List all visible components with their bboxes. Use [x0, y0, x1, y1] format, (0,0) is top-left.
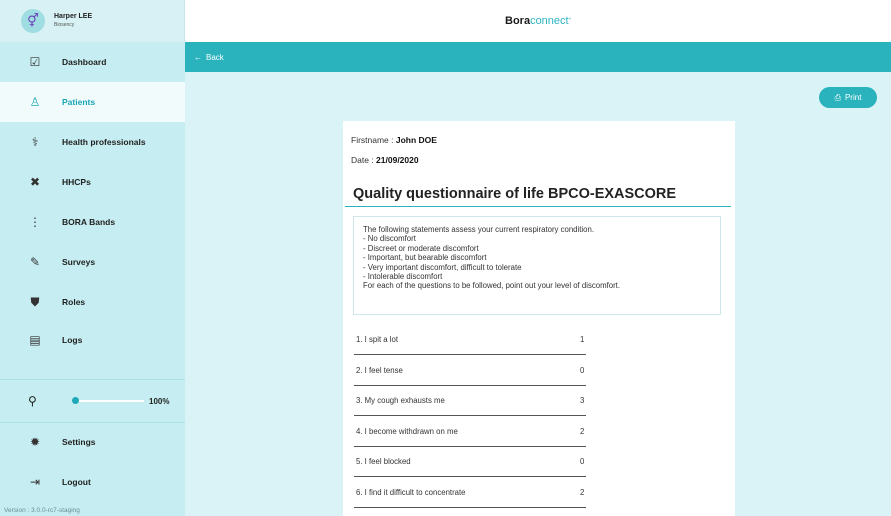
question-text: 3. My cough exhausts me: [356, 396, 445, 405]
sidebar-item-bora-bands[interactable]: ⋮ BORA Bands: [0, 202, 185, 242]
avatar: ⚥: [21, 9, 45, 33]
question-text: 2. I feel tense: [356, 366, 403, 375]
brand-bold-text: Bora: [505, 15, 531, 27]
sidebar: ☑ Dashboard ♙ Patients ⚕ Health professi…: [0, 42, 185, 516]
sidebar-item-label: Roles: [62, 297, 86, 307]
instruction-line: For each of the questions to be followed…: [363, 281, 621, 291]
question-row: 4. I become withdrawn on me 2: [354, 416, 586, 447]
instruction-line: The following statements assess your cur…: [363, 225, 594, 234]
question-row: 1. I spit a lot 1: [354, 324, 586, 355]
user-profile[interactable]: ⚥ Harper LEE Biosency: [0, 0, 185, 42]
instruction-line: - Intolerable discomfort: [363, 272, 443, 282]
question-row: 2. I feel tense 0: [354, 355, 586, 386]
firstname-value: John DOE: [395, 135, 437, 145]
instruction-line: - Very important discomfort, difficult t…: [363, 262, 522, 272]
date-value: 21/09/2020: [376, 155, 419, 165]
sidebar-item-label: Logs: [62, 335, 83, 345]
stethoscope-icon: ⚕: [31, 135, 39, 149]
user-organization: Biosency: [54, 22, 75, 28]
sidebar-item-label: Logout: [62, 477, 91, 487]
sidebar-item-hhcps[interactable]: ✖ HHCPs: [0, 162, 185, 202]
sidebar-item-label: BORA Bands: [62, 217, 116, 227]
question-row: 5. I feel blocked 0: [354, 446, 586, 477]
sidebar-item-label: Health professionals: [62, 137, 146, 147]
questionnaire-title: Quality questionnaire of life BPCO-EXASC…: [353, 186, 677, 202]
instructions-box: The following statements assess your cur…: [353, 216, 721, 315]
question-row: 6. I find it difficult to concentrate 2: [354, 477, 586, 508]
shield-icon: ⛊: [30, 294, 40, 309]
back-button[interactable]: ← Back: [194, 53, 224, 62]
band-icon: ⋮: [29, 215, 41, 229]
question-row: 3. My cough exhausts me 3: [354, 385, 586, 416]
brand-light-text: connect: [530, 15, 569, 27]
sidebar-item-settings[interactable]: ✹ Settings: [0, 422, 185, 462]
firstname-label: Firstname :: [351, 135, 396, 145]
sidebar-item-patients[interactable]: ♙ Patients: [0, 82, 185, 122]
logout-icon: ⇥: [29, 475, 41, 489]
questionnaire-sheet: Firstname : John DOE Date : 21/09/2020 Q…: [343, 121, 735, 516]
version-text: Version : 3.0.0-rc7-staging: [4, 507, 80, 514]
zoom-control: ⚲ 100%: [0, 382, 185, 420]
user-name: Harper LEE: [54, 13, 93, 20]
sidebar-item-health-professionals[interactable]: ⚕ Health professionals: [0, 122, 185, 162]
sidebar-item-label: Dashboard: [62, 57, 107, 67]
app-root: ⚥ Harper LEE Biosency Bora connect ° ☑ Das…: [0, 0, 891, 516]
question-text: 6. I find it difficult to concentrate: [356, 488, 466, 497]
user-info: Harper LEE Biosency: [54, 13, 92, 29]
tools-icon: ✖: [29, 175, 41, 189]
instruction-line: - No discomfort: [363, 234, 416, 244]
instruction-line: - Important, but bearable discomfort: [363, 253, 487, 263]
question-text: 1. I spit a lot: [356, 335, 399, 344]
survey-icon: ✎: [29, 255, 41, 269]
date-line: Date : 21/09/2020: [351, 155, 419, 165]
question-score: 0: [580, 457, 585, 466]
clipboard-check-icon: ☑: [29, 55, 41, 69]
instruction-line: - Discreet or moderate discomfort: [363, 243, 479, 253]
sidebar-item-roles[interactable]: ⛊ Roles: [0, 282, 185, 322]
gear-icon: ✹: [29, 435, 41, 449]
sidebar-item-logout[interactable]: ⇥ Logout: [0, 462, 185, 502]
print-button[interactable]: ⎙ Print: [819, 87, 877, 108]
print-label: Print: [844, 93, 862, 102]
date-label: Date :: [351, 155, 377, 165]
firstname-line: Firstname : John DOE: [351, 135, 437, 145]
sidebar-item-label: Patients: [62, 97, 96, 107]
sidebar-item-surveys[interactable]: ✎ Surveys: [0, 242, 185, 282]
printer-icon: ⎙: [834, 92, 841, 102]
back-label: Back: [206, 52, 224, 62]
question-text: 5. I feel blocked: [356, 457, 411, 466]
question-score: 0: [580, 366, 585, 375]
user-icon: ♙: [29, 95, 41, 109]
brand-degree-mark: °: [568, 18, 571, 24]
zoom-icon: ⚲: [28, 394, 37, 408]
question-score: 2: [580, 427, 585, 436]
title-underline: [345, 206, 731, 207]
sidebar-item-logs[interactable]: ▤ Logs: [0, 320, 185, 360]
brand-logo: Bora connect °: [185, 0, 891, 42]
main-content: ⎙ Print Firstname : John DOE Date : 21/0…: [185, 72, 891, 516]
question-text: 4. I become withdrawn on me: [356, 427, 458, 436]
question-score: 1: [580, 335, 585, 344]
sidebar-item-dashboard[interactable]: ☑ Dashboard: [0, 42, 185, 82]
sidebar-item-label: Settings: [62, 437, 96, 447]
zoom-slider-track[interactable]: [72, 400, 144, 402]
back-bar: ← Back: [185, 42, 891, 72]
sidebar-item-label: HHCPs: [62, 177, 91, 187]
top-bar: ⚥ Harper LEE Biosency Bora connect °: [0, 0, 891, 42]
zoom-level: 100%: [149, 396, 170, 406]
sidebar-item-label: Surveys: [62, 257, 96, 267]
zoom-slider-handle[interactable]: [72, 397, 79, 404]
sidebar-divider: [0, 379, 185, 380]
question-score: 3: [580, 396, 585, 405]
document-icon: ▤: [29, 333, 41, 347]
question-score: 2: [580, 488, 585, 497]
arrow-left-icon: ←: [194, 52, 202, 62]
